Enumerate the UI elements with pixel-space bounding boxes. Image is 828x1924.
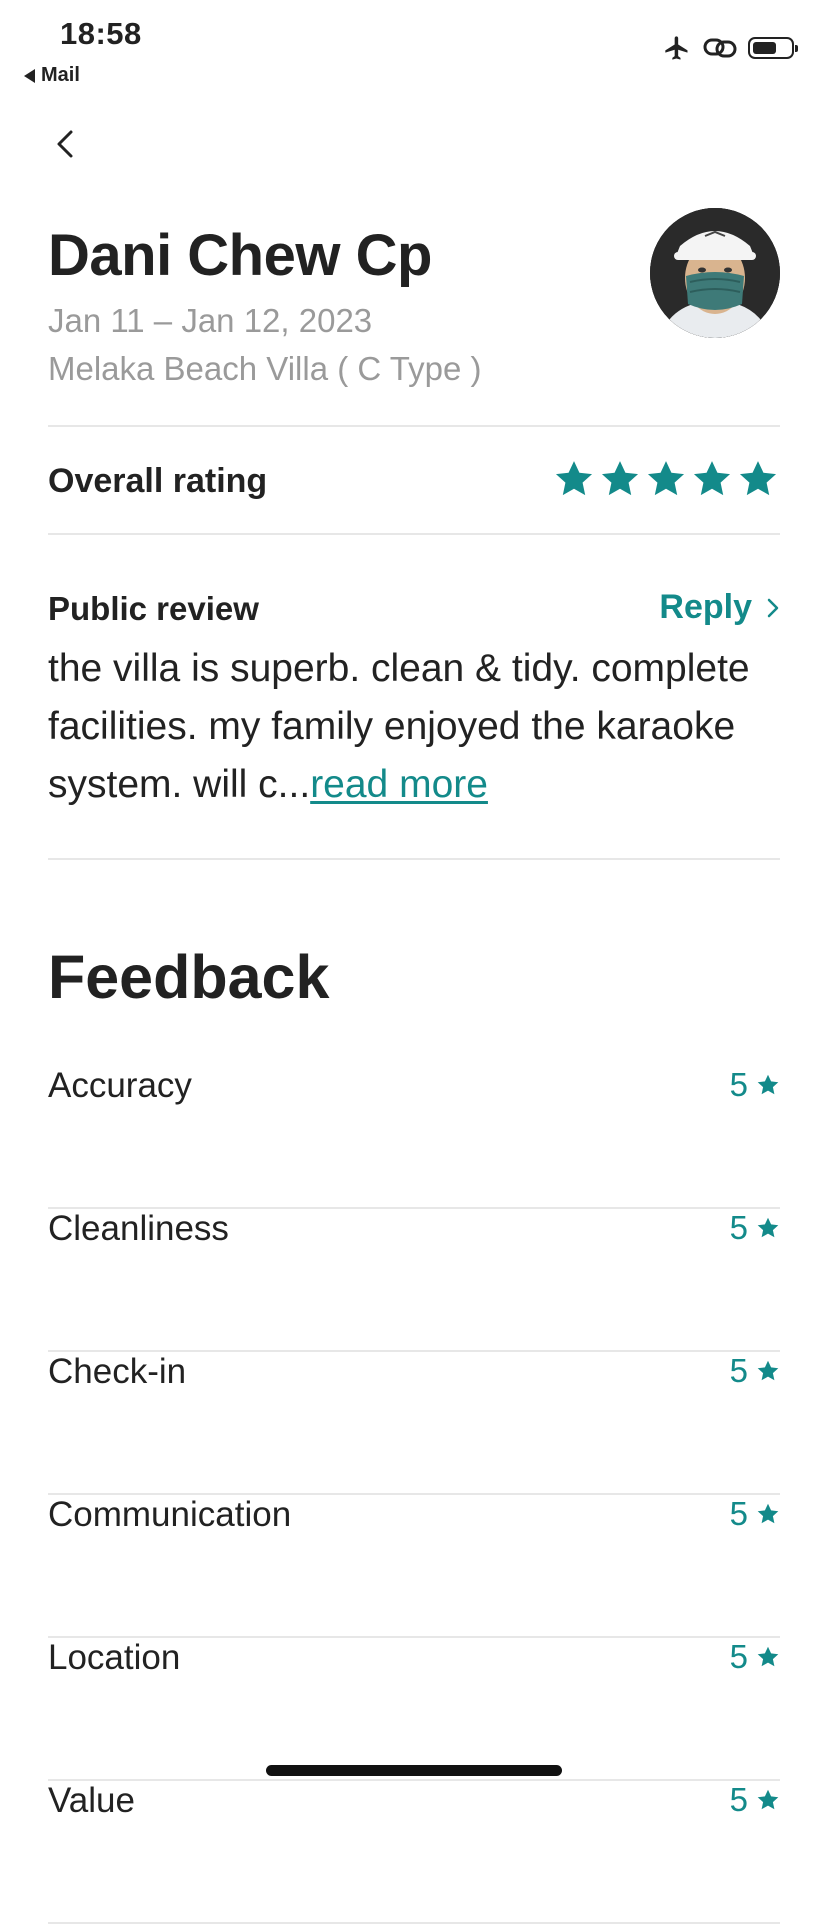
score-value: 5 [729, 1495, 748, 1532]
divider [48, 425, 780, 427]
review-text: the villa is superb. clean & tidy. compl… [48, 640, 780, 814]
feedback-row-accuracy: Accuracy 5 [48, 1066, 780, 1209]
feedback-score: 5 [730, 1352, 780, 1390]
score-value: 5 [729, 1066, 748, 1103]
public-review-label: Public review [48, 590, 259, 627]
score-value: 5 [729, 1638, 748, 1675]
feedback-score: 5 [730, 1638, 780, 1676]
star-icon [757, 1503, 779, 1524]
feedback-row-location: Location 5 [48, 1638, 780, 1781]
feedback-score: 5 [730, 1066, 780, 1104]
stay-dates: Jan 11 – Jan 12, 2023 [48, 302, 373, 339]
feedback-label: Accuracy [48, 1066, 192, 1105]
airplane-icon [665, 36, 688, 60]
avatar-image [650, 208, 780, 338]
status-bar: 18:58 Mail [0, 0, 828, 95]
link-icon [703, 38, 737, 58]
feedback-row-check-in: Check-in 5 [48, 1352, 780, 1495]
chevron-left-icon[interactable] [48, 126, 84, 162]
reply-button[interactable]: Reply [659, 588, 780, 627]
listing-name: Melaka Beach Villa ( C Type ) [48, 350, 482, 387]
star-icon [601, 461, 639, 496]
feedback-score: 5 [730, 1781, 780, 1819]
star-icon [757, 1360, 779, 1381]
feedback-score: 5 [730, 1495, 780, 1533]
back-to-app-label: Mail [41, 64, 80, 86]
feedback-title: Feedback [48, 943, 330, 1011]
guest-name: Dani Chew Cp [48, 223, 432, 288]
feedback-label: Cleanliness [48, 1209, 229, 1248]
home-indicator[interactable] [266, 1765, 562, 1776]
back-to-mail-button[interactable]: Mail [24, 64, 80, 87]
back-triangle-icon [24, 68, 35, 83]
feedback-label: Value [48, 1781, 135, 1820]
star-icon [757, 1646, 779, 1667]
feedback-label: Check-in [48, 1352, 187, 1391]
chevron-right-icon [767, 598, 779, 617]
feedback-row-value: Value 5 [48, 1781, 780, 1924]
score-value: 5 [729, 1209, 748, 1246]
star-icon [647, 461, 685, 496]
star-icon [555, 461, 593, 496]
star-icon [693, 461, 731, 496]
read-more-link[interactable]: read more [310, 763, 488, 806]
overall-rating-stars [552, 458, 780, 500]
divider [48, 533, 780, 535]
feedback-row-communication: Communication 5 [48, 1495, 780, 1638]
battery-icon [748, 37, 798, 59]
feedback-label: Communication [48, 1495, 292, 1534]
score-value: 5 [729, 1781, 748, 1818]
avatar[interactable] [650, 208, 780, 338]
overall-rating-label: Overall rating [48, 462, 268, 500]
divider [48, 858, 780, 860]
feedback-row-cleanliness: Cleanliness 5 [48, 1209, 780, 1352]
feedback-score: 5 [730, 1209, 780, 1247]
feedback-label: Location [48, 1638, 181, 1677]
star-icon [739, 461, 777, 496]
reply-label: Reply [659, 588, 752, 626]
star-icon [757, 1074, 779, 1095]
status-icons [662, 34, 798, 62]
score-value: 5 [729, 1352, 748, 1389]
status-time: 18:58 [60, 16, 142, 51]
star-icon [757, 1217, 779, 1238]
